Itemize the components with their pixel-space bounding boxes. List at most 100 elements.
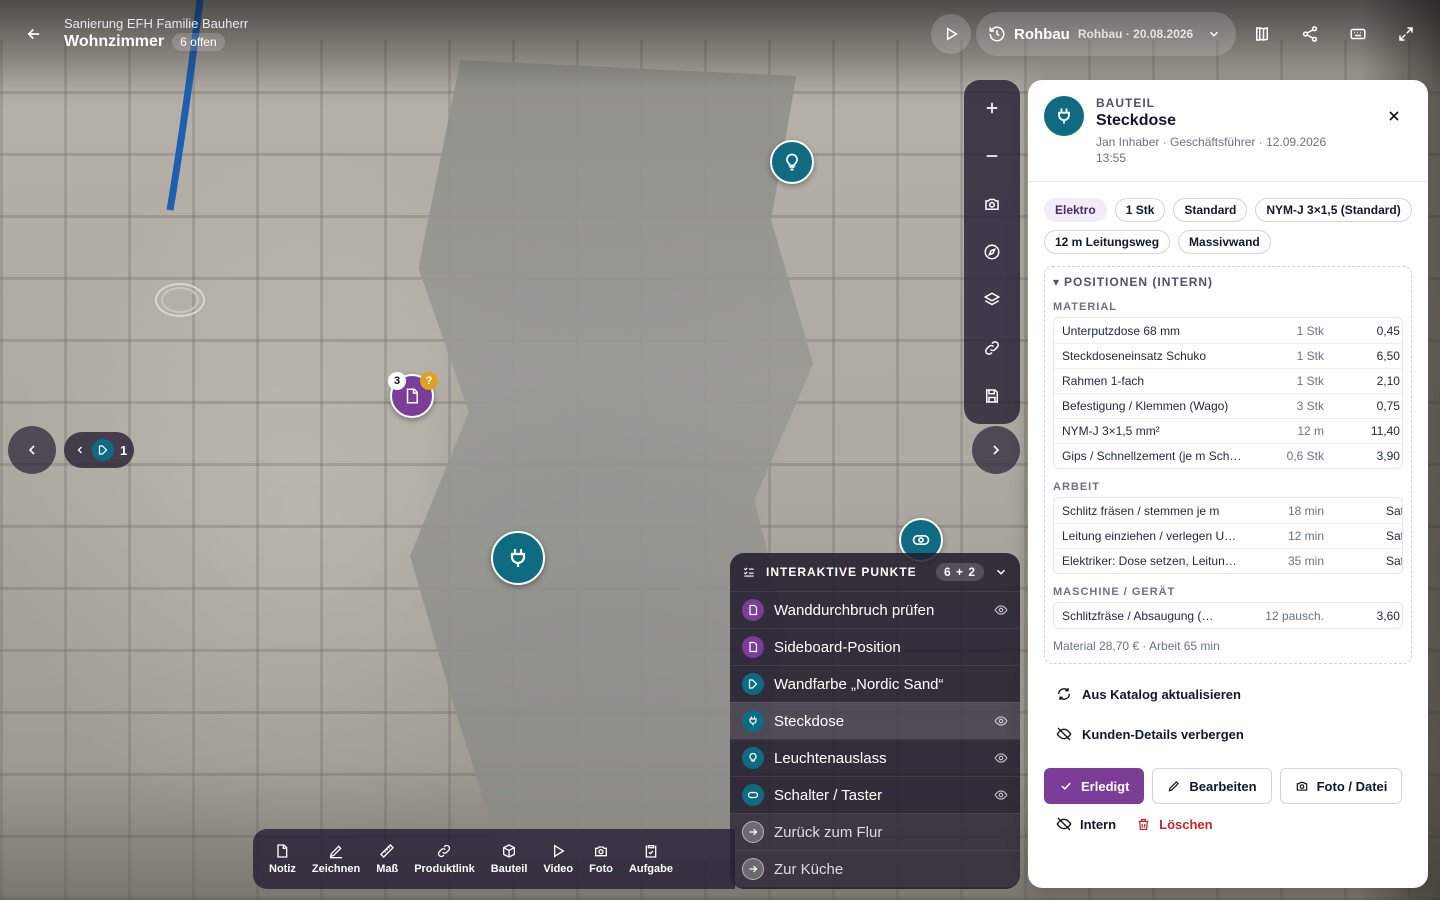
close-icon — [1389, 111, 1399, 121]
save-button[interactable] — [972, 372, 1012, 420]
point-item-selected[interactable]: Steckdose — [730, 702, 1020, 739]
photo-file-button[interactable]: Foto / Datei — [1279, 768, 1403, 804]
tool-zeichnen[interactable]: Zeichnen — [304, 843, 368, 875]
pen-icon — [329, 845, 343, 859]
link-button[interactable] — [972, 324, 1012, 372]
layers-button[interactable] — [972, 276, 1012, 324]
point-label: Steckdose — [774, 712, 845, 730]
phase-selector[interactable]: Rohbau Rohbau · 20.08.2026 — [976, 12, 1236, 56]
points-header[interactable]: INTERAKTIVE PUNKTE 6 + 2 — [730, 553, 1020, 591]
room-title: Wohnzimmer — [64, 33, 165, 50]
eye-icon[interactable] — [994, 788, 1008, 802]
marker-leuchtenauslass[interactable] — [770, 140, 814, 184]
table-row: Steckdoseneinsatz Schuko1 Stk6,50 € — [1054, 343, 1402, 368]
triangle-down-icon: ▾ — [1053, 275, 1061, 289]
action-buttons: Erledigt Bearbeiten Foto / Datei — [1028, 768, 1428, 804]
material-label: MATERIAL — [1053, 301, 1118, 313]
point-item-link[interactable]: Zur Küche — [730, 850, 1020, 887]
table-row: Leitung einziehen / verlegen U…12 minSat… — [1054, 523, 1402, 548]
history-icon — [989, 26, 1005, 42]
secondary-actions: Intern Löschen — [1028, 816, 1428, 832]
phase-name: Rohbau — [1014, 25, 1070, 43]
positions-toggle[interactable]: ▾ POSITIONEN (INTERN) — [1053, 275, 1403, 289]
next-view-button[interactable] — [972, 426, 1020, 474]
point-item[interactable]: Sideboard-Position — [730, 628, 1020, 665]
marker-steckdose[interactable] — [491, 531, 545, 585]
chip: NYM-J 3×1,5 (Standard) — [1255, 198, 1412, 222]
hide-details-label: Kunden-Details verbergen — [1082, 726, 1244, 742]
hide-customer-details-button[interactable]: Kunden-Details verbergen — [1028, 714, 1428, 754]
tool-notiz[interactable]: Notiz — [261, 843, 304, 875]
point-item[interactable]: Wanddurchbruch prüfen — [730, 591, 1020, 628]
intern-toggle[interactable]: Intern — [1056, 816, 1116, 832]
table-row: Elektriker: Dose setzen, Leitun… 35 min Sa… — [1054, 548, 1402, 573]
tool-mass[interactable]: Maß — [368, 843, 406, 875]
chip: Massivwand — [1178, 230, 1271, 254]
point-label: Sideboard-Position — [774, 638, 901, 656]
play-tour-button[interactable] — [931, 14, 971, 54]
view-toolbar — [964, 80, 1020, 424]
arrow-right-icon — [742, 821, 764, 843]
bulb-icon — [742, 747, 764, 769]
tool-foto[interactable]: Foto — [581, 843, 621, 875]
point-label: Wandfarbe „Nordic Sand“ — [774, 675, 944, 693]
eye-icon[interactable] — [994, 714, 1008, 728]
switch-icon — [742, 784, 764, 806]
table-row: NYM-J 3×1,5 mm²12 m11,40 € — [1054, 418, 1402, 443]
plug-icon — [510, 549, 526, 567]
eye-off-icon — [1056, 727, 1072, 741]
point-label: Zur Küche — [774, 860, 844, 878]
point-group-pill[interactable]: 1 — [64, 432, 134, 468]
marker-document-group[interactable]: 3 ? — [388, 372, 438, 418]
paint-icon — [92, 439, 114, 461]
delete-button[interactable]: Löschen — [1136, 817, 1213, 832]
interactive-points-panel: INTERAKTIVE PUNKTE 6 + 2 Wanddurchbruch … — [730, 553, 1020, 889]
zoom-out-button[interactable] — [972, 132, 1012, 180]
marker-count-badge: 3 — [388, 372, 406, 390]
point-item[interactable]: Leuchtenauslass — [730, 739, 1020, 776]
pencil-icon — [1168, 781, 1180, 792]
tag-chips: Elektro 1 Stk Standard NYM-J 3×1,5 (Stan… — [1028, 182, 1428, 254]
refresh-icon — [1058, 688, 1070, 700]
screenshot-button[interactable] — [972, 180, 1012, 228]
share-button[interactable] — [1298, 22, 1322, 46]
arrow-right-icon — [742, 858, 764, 880]
tool-produktlink[interactable]: Produktlink — [406, 843, 483, 875]
floorplan-button[interactable] — [1250, 22, 1274, 46]
point-item-link[interactable]: Zurück zum Flur — [730, 813, 1020, 850]
ruler-icon — [380, 844, 395, 858]
play-icon — [554, 844, 565, 858]
point-label: Wanddurchbruch prüfen — [774, 601, 935, 619]
detail-panel: BAUTEIL Steckdose Jan Inhaber · Geschäft… — [1028, 80, 1428, 888]
compass-button[interactable] — [972, 228, 1012, 276]
eye-icon[interactable] — [994, 603, 1008, 617]
edit-button[interactable]: Bearbeiten — [1152, 768, 1272, 804]
positions-total: Material 28,70 € · Arbeit 65 min — [1053, 639, 1220, 653]
close-button[interactable] — [1386, 108, 1402, 124]
eye-icon[interactable] — [994, 751, 1008, 765]
marker-question-badge: ? — [420, 372, 438, 390]
arbeit-label: ARBEIT — [1053, 481, 1100, 493]
fullscreen-button[interactable] — [1394, 22, 1418, 46]
tool-video[interactable]: Video — [535, 843, 581, 875]
book-icon — [1256, 27, 1268, 41]
done-label: Erledigt — [1081, 778, 1130, 794]
point-item[interactable]: Schalter / Taster — [730, 776, 1020, 813]
vr-button[interactable] — [1346, 22, 1370, 46]
table-row: Schlitz fräsen / stemmen je m18 minSatz — [1062, 503, 1402, 518]
previous-view-button[interactable] — [8, 426, 56, 474]
catalog-refresh-button[interactable]: Aus Katalog aktualisieren — [1028, 674, 1428, 714]
chevron-down-icon — [1210, 31, 1219, 37]
machine-table: Schlitzfräse / Absaugung (… 12 pausch. 3,6… — [1053, 602, 1403, 629]
table-row: Unterputzdose 68 mm1 Stk0,45 € — [1062, 323, 1402, 338]
tool-aufgabe[interactable]: Aufgabe — [621, 843, 681, 875]
eye-off-icon — [1056, 817, 1072, 831]
done-button[interactable]: Erledigt — [1044, 768, 1145, 804]
open-count-badge: 6 offen — [172, 33, 225, 51]
back-button[interactable] — [18, 18, 50, 50]
point-item[interactable]: Wandfarbe „Nordic Sand“ — [730, 665, 1020, 702]
save-icon — [986, 389, 998, 403]
trash-icon — [1138, 818, 1149, 830]
zoom-in-button[interactable] — [972, 84, 1012, 132]
tool-bauteil[interactable]: Bauteil — [483, 843, 536, 875]
